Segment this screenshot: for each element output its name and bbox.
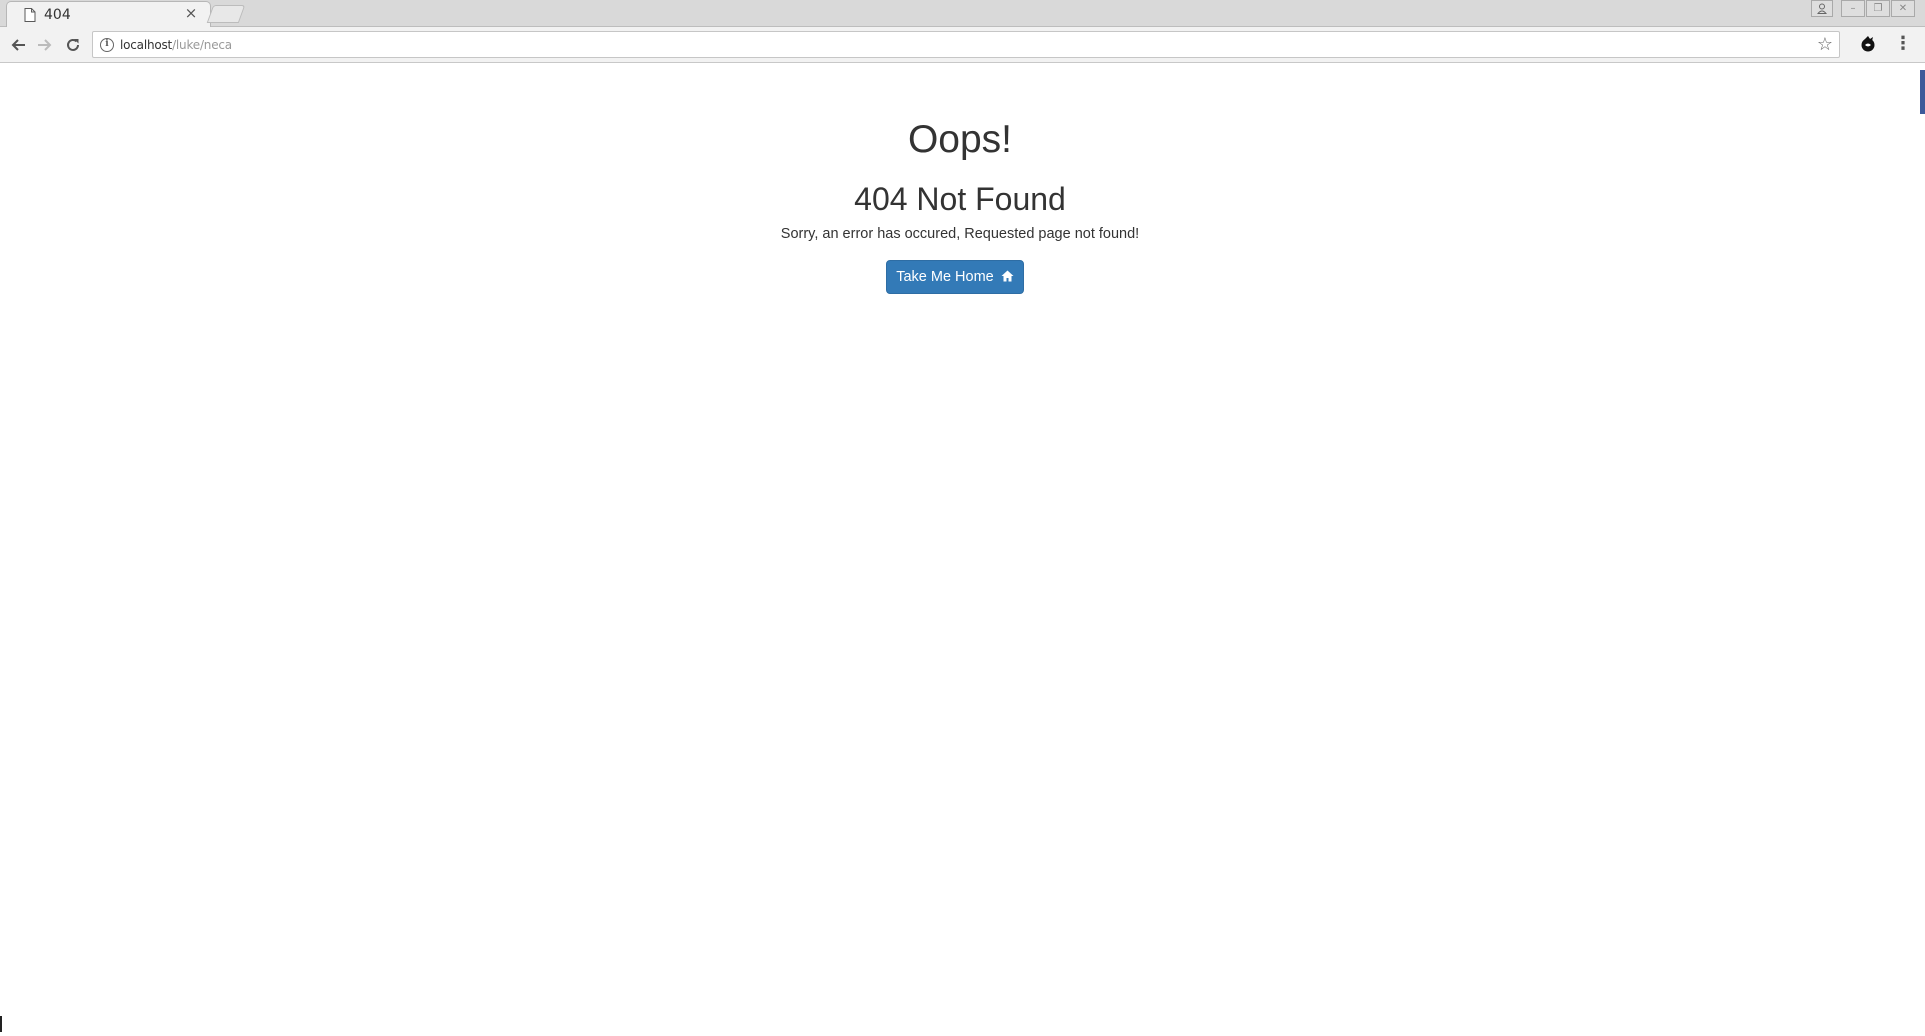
close-window-icon[interactable]: ✕ [1891, 0, 1915, 17]
text-cursor [0, 1016, 2, 1032]
url-path: /luke/neca [172, 38, 232, 52]
url-host: localhost [120, 38, 173, 52]
minimize-icon[interactable]: – [1841, 0, 1865, 17]
error-message: Sorry, an error has occured, Requested p… [780, 226, 1140, 242]
info-icon[interactable]: i [100, 38, 114, 52]
browser-toolbar: i localhost/luke/neca ☆ ⋮ [0, 27, 1925, 63]
home-icon [1001, 270, 1014, 282]
extension-icon[interactable] [1859, 35, 1877, 53]
error-code-heading: 404 Not Found [854, 181, 1066, 217]
page-icon [24, 8, 36, 22]
new-tab-button[interactable] [206, 5, 246, 23]
page-body: Oops! 404 Not Found Sorry, an error has … [0, 64, 1925, 1036]
take-me-home-button[interactable]: Take Me Home [886, 260, 1024, 294]
star-icon[interactable]: ☆ [1817, 34, 1833, 55]
reload-icon[interactable] [61, 33, 85, 57]
tab-strip: 404 × – ❐ ✕ [0, 0, 1925, 28]
tab-title: 404 [44, 7, 71, 23]
address-bar[interactable]: i localhost/luke/neca ☆ [92, 31, 1840, 58]
forward-arrow-icon[interactable] [33, 33, 57, 57]
profile-icon[interactable] [1811, 0, 1833, 17]
page-title: Oops! [907, 118, 1013, 161]
close-icon[interactable]: × [183, 4, 199, 22]
browser-tab[interactable]: 404 × [6, 1, 211, 28]
back-arrow-icon[interactable] [6, 33, 30, 57]
url-text[interactable]: localhost/luke/neca [120, 38, 232, 52]
menu-icon[interactable]: ⋮ [1894, 34, 1912, 54]
restore-icon[interactable]: ❐ [1866, 0, 1890, 17]
take-me-home-label: Take Me Home [896, 269, 994, 285]
scrollbar-thumb[interactable] [1920, 70, 1925, 114]
